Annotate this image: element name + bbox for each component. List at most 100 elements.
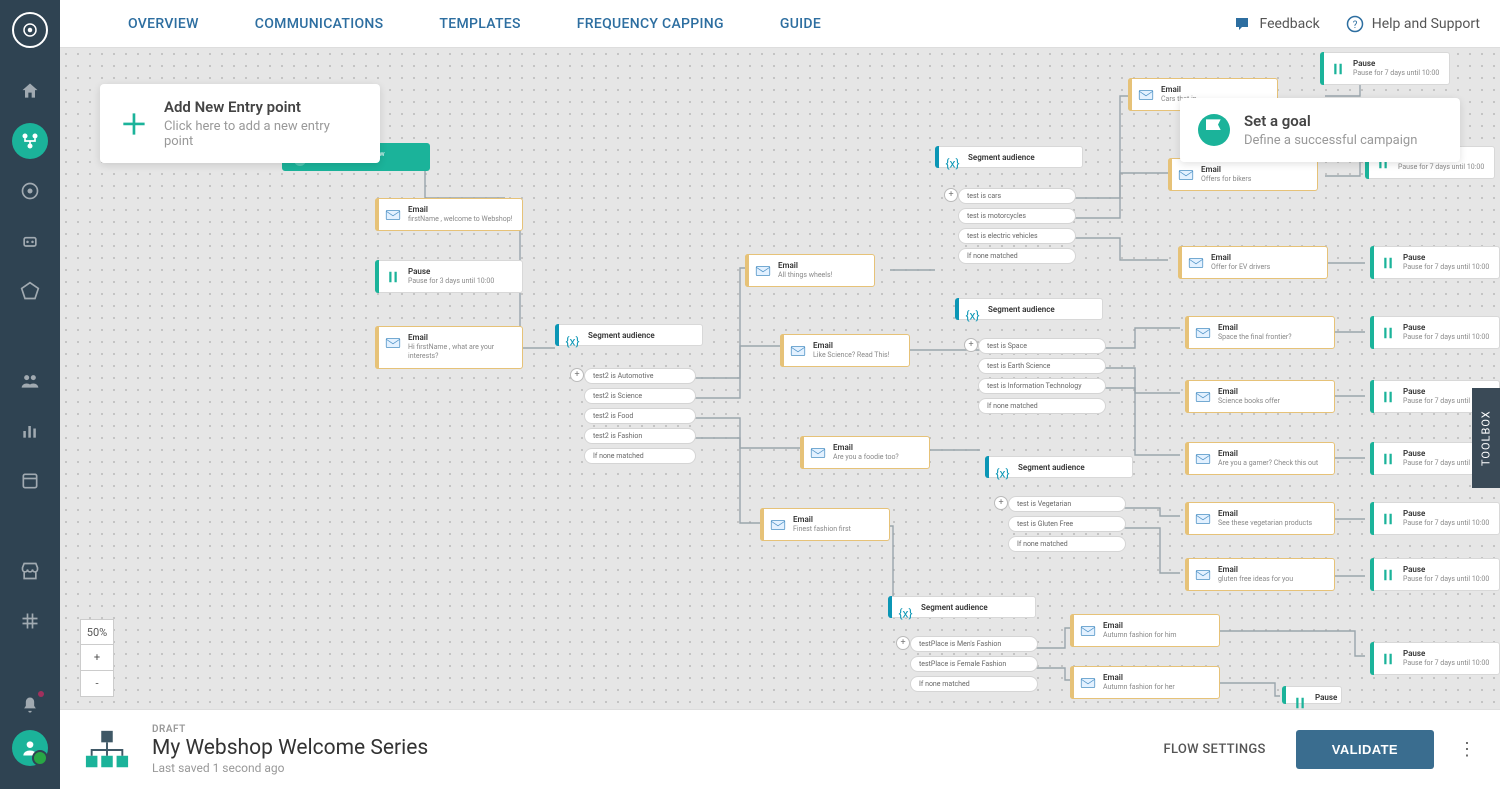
- add-branch-button[interactable]: +: [964, 338, 978, 352]
- svg-text:{x}: {x}: [946, 157, 960, 171]
- set-goal-card[interactable]: Set a goalDefine a successful campaign: [1180, 98, 1460, 162]
- flow-icon[interactable]: [12, 123, 48, 159]
- node-segment-5[interactable]: {x}Segment audience: [888, 596, 1036, 618]
- branch[interactable]: test is Earth Science: [978, 358, 1106, 374]
- node-him-email[interactable]: EmailAutumn fashion for him: [1070, 614, 1220, 647]
- node-bikers-email[interactable]: EmailOffers for bikers: [1168, 158, 1318, 191]
- node-segment-4[interactable]: {x}Segment audience: [985, 456, 1133, 478]
- branch[interactable]: test is electric vehicles: [958, 228, 1076, 244]
- branch[interactable]: test is Space: [978, 338, 1106, 354]
- node-segment-3[interactable]: {x}Segment audience: [955, 298, 1103, 320]
- home-icon[interactable]: [12, 73, 48, 109]
- segment-icon: {x}: [964, 306, 982, 324]
- set-goal-title: Set a goal: [1244, 112, 1417, 130]
- add-branch-button[interactable]: +: [570, 368, 584, 382]
- tab-templates[interactable]: TEMPLATES: [411, 0, 548, 48]
- branch[interactable]: test2 is Science: [584, 388, 696, 404]
- node-pause7d-3[interactable]: PausePause for 7 days until 10:00: [1370, 246, 1500, 279]
- branch-none[interactable]: If none matched: [584, 448, 696, 464]
- mail-icon: [1137, 86, 1155, 104]
- segment-icon: {x}: [564, 332, 582, 350]
- hash-icon[interactable]: [12, 603, 48, 639]
- add-branch-button[interactable]: +: [896, 636, 910, 650]
- mail-icon: [1177, 166, 1195, 184]
- node-ev-email[interactable]: EmailOffer for EV drivers: [1178, 246, 1328, 279]
- node-her-email[interactable]: EmailAutumn fashion for her: [1070, 666, 1220, 699]
- branch[interactable]: testPlace is Female Fashion: [910, 656, 1038, 672]
- flow-settings-link[interactable]: FLOW SETTINGS: [1163, 742, 1265, 757]
- branch-none[interactable]: If none matched: [1008, 536, 1126, 552]
- node-science-email[interactable]: EmailLike Science? Read This!: [780, 334, 910, 367]
- analytics-icon[interactable]: [12, 413, 48, 449]
- node-gamer-email[interactable]: EmailAre you a gamer? Check this out: [1185, 442, 1335, 475]
- bell-icon[interactable]: [12, 687, 48, 723]
- flow-canvas[interactable]: Add New Entry pointClick here to add a n…: [60, 48, 1500, 709]
- node-pause7d-4[interactable]: PausePause for 7 days until 10:00: [1370, 316, 1500, 349]
- tab-guide[interactable]: GUIDE: [752, 0, 849, 48]
- node-wheels-email[interactable]: EmailAll things wheels!: [745, 254, 875, 287]
- branch[interactable]: test is motorcycles: [958, 208, 1076, 224]
- node-pause7d-9[interactable]: PausePause for 7 days until 10:00: [1370, 642, 1500, 675]
- zoom-in-button[interactable]: +: [80, 645, 114, 671]
- branch-none[interactable]: If none matched: [978, 398, 1106, 414]
- node-pause7d-7[interactable]: PausePause for 7 days until 10:00: [1370, 502, 1500, 535]
- node-segment-2[interactable]: {x}Segment audience: [935, 146, 1083, 168]
- feedback-link[interactable]: Feedback: [1233, 15, 1319, 33]
- node-segment-1[interactable]: {x}Segment audience: [555, 324, 703, 346]
- pause-icon: [1379, 650, 1397, 668]
- add-branch-button[interactable]: +: [944, 188, 958, 202]
- node-foodie-email[interactable]: EmailAre you a foodie too?: [800, 436, 930, 469]
- help-link[interactable]: ?Help and Support: [1346, 15, 1480, 33]
- branch[interactable]: test is Information Technology: [978, 378, 1106, 394]
- branch-none[interactable]: If none matched: [958, 248, 1076, 264]
- branches-seg1: + test2 is Automotive test2 is Science t…: [584, 368, 696, 468]
- branch[interactable]: test is Gluten Free: [1008, 516, 1126, 532]
- brand-logo[interactable]: [12, 12, 48, 48]
- branch[interactable]: testPlace is Men's Fashion: [910, 636, 1038, 652]
- add-entry-card[interactable]: Add New Entry pointClick here to add a n…: [100, 84, 380, 163]
- saved-text: Last saved 1 second ago: [152, 761, 428, 775]
- node-space-email[interactable]: EmailSpace the final frontier?: [1185, 316, 1335, 349]
- branches-seg5: + testPlace is Men's Fashion testPlace i…: [910, 636, 1038, 696]
- validate-button[interactable]: VALIDATE: [1296, 730, 1434, 769]
- tab-communications[interactable]: COMMUNICATIONS: [227, 0, 412, 48]
- node-interests-email[interactable]: EmailHi firstName , what are your intere…: [375, 326, 523, 369]
- tags-icon[interactable]: [12, 273, 48, 309]
- node-gluten-email[interactable]: Emailgluten free ideas for you: [1185, 558, 1335, 591]
- branch-none[interactable]: If none matched: [910, 676, 1038, 692]
- plus-icon: [118, 108, 150, 140]
- bot-icon[interactable]: [12, 223, 48, 259]
- tab-overview[interactable]: OVERVIEW: [100, 0, 227, 48]
- mail-icon: [1194, 510, 1212, 528]
- users-icon[interactable]: [12, 363, 48, 399]
- node-welcome-email[interactable]: EmailfirstName , welcome to Webshop!: [375, 198, 523, 231]
- add-entry-sub: Click here to add a new entry point: [164, 119, 362, 149]
- branch[interactable]: test is cars: [958, 188, 1076, 204]
- mail-icon: [384, 334, 402, 352]
- node-fashion-email[interactable]: EmailFinest fashion first: [760, 508, 890, 541]
- pause-icon: [1329, 60, 1347, 78]
- toolbox-tab[interactable]: TOOLBOX: [1472, 388, 1500, 488]
- branch[interactable]: test2 is Food: [584, 408, 696, 424]
- node-pause7d-1[interactable]: PausePause for 7 days until 10:00: [1320, 52, 1450, 85]
- node-pause7d-8[interactable]: PausePause for 7 days until 10:00: [1370, 558, 1500, 591]
- tab-frequency-capping[interactable]: FREQUENCY CAPPING: [549, 0, 752, 48]
- moments-icon[interactable]: [12, 173, 48, 209]
- segment-icon: {x}: [897, 604, 915, 622]
- pause-icon: [1379, 324, 1397, 342]
- left-sidebar: [0, 0, 60, 789]
- store-icon[interactable]: [12, 553, 48, 589]
- branch[interactable]: test2 is Fashion: [584, 428, 696, 444]
- more-menu-icon[interactable]: ⋮: [1458, 739, 1476, 760]
- zoom-out-button[interactable]: -: [80, 671, 114, 697]
- node-scibooks-email[interactable]: EmailScience books offer: [1185, 380, 1335, 413]
- branch[interactable]: test is Vegetarian: [1008, 496, 1126, 512]
- node-veg-email[interactable]: EmailSee these vegetarian products: [1185, 502, 1335, 535]
- library-icon[interactable]: [12, 463, 48, 499]
- node-pause7d-10[interactable]: Pause: [1282, 686, 1342, 704]
- flow-title[interactable]: My Webshop Welcome Series: [152, 736, 428, 760]
- profile-avatar[interactable]: [12, 730, 48, 766]
- branch[interactable]: test2 is Automotive: [584, 368, 696, 384]
- node-pause-3d[interactable]: PausePause for 3 days until 10:00: [375, 260, 523, 293]
- add-branch-button[interactable]: +: [994, 496, 1008, 510]
